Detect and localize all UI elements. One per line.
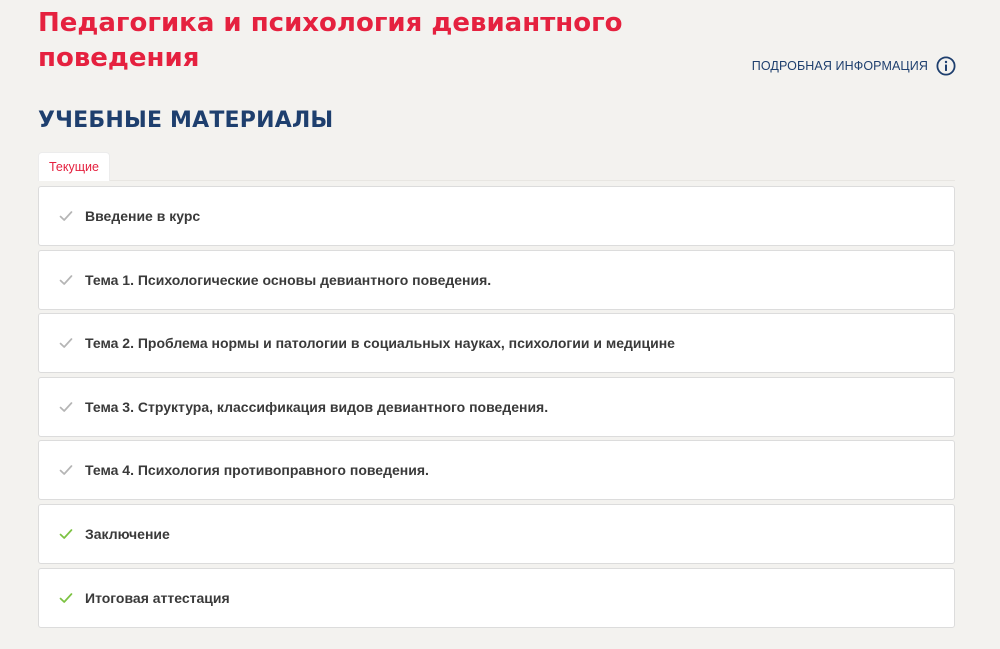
materials-tabs: Текущие xyxy=(38,152,955,181)
section-title: УЧЕБНЫЕ МАТЕРИАЛЫ xyxy=(38,108,334,133)
check-icon xyxy=(59,591,73,605)
tab-current[interactable]: Текущие xyxy=(38,152,110,181)
info-circle-icon xyxy=(936,56,956,76)
material-label: Введение в курс xyxy=(85,208,201,224)
material-item-final-assessment[interactable]: Итоговая аттестация xyxy=(38,567,955,628)
material-item-topic-2[interactable]: Тема 2. Проблема нормы и патологии в соц… xyxy=(38,313,955,374)
material-label: Итоговая аттестация xyxy=(85,589,230,606)
material-label: Тема 1. Психологические основы девиантно… xyxy=(85,271,492,288)
materials-list: Введение в курс Тема 1. Психологические … xyxy=(38,186,955,631)
check-icon xyxy=(59,527,73,541)
check-icon xyxy=(59,273,73,287)
more-info-label: ПОДРОБНАЯ ИНФОРМАЦИЯ xyxy=(751,59,928,73)
material-item-topic-1[interactable]: Тема 1. Психологические основы девиантно… xyxy=(38,249,955,310)
check-icon xyxy=(59,336,73,350)
material-item-intro[interactable]: Введение в курс xyxy=(38,186,955,246)
material-label: Заключение xyxy=(85,525,170,542)
material-item-topic-3[interactable]: Тема 3. Структура, классификация видов д… xyxy=(38,376,955,437)
material-label: Тема 2. Проблема нормы и патологии в соц… xyxy=(85,335,675,352)
material-item-topic-4[interactable]: Тема 4. Психология противоправного повед… xyxy=(38,440,955,501)
material-label: Тема 3. Структура, классификация видов д… xyxy=(85,398,549,415)
check-icon xyxy=(59,463,73,477)
course-title: Педагогика и психология девиантного пове… xyxy=(38,8,623,73)
material-item-conclusion[interactable]: Заключение xyxy=(38,503,955,564)
material-label: Тема 4. Психология противоправного повед… xyxy=(85,462,429,479)
check-icon xyxy=(59,209,73,223)
check-icon xyxy=(59,400,73,414)
more-info-link[interactable]: ПОДРОБНАЯ ИНФОРМАЦИЯ xyxy=(752,56,956,76)
